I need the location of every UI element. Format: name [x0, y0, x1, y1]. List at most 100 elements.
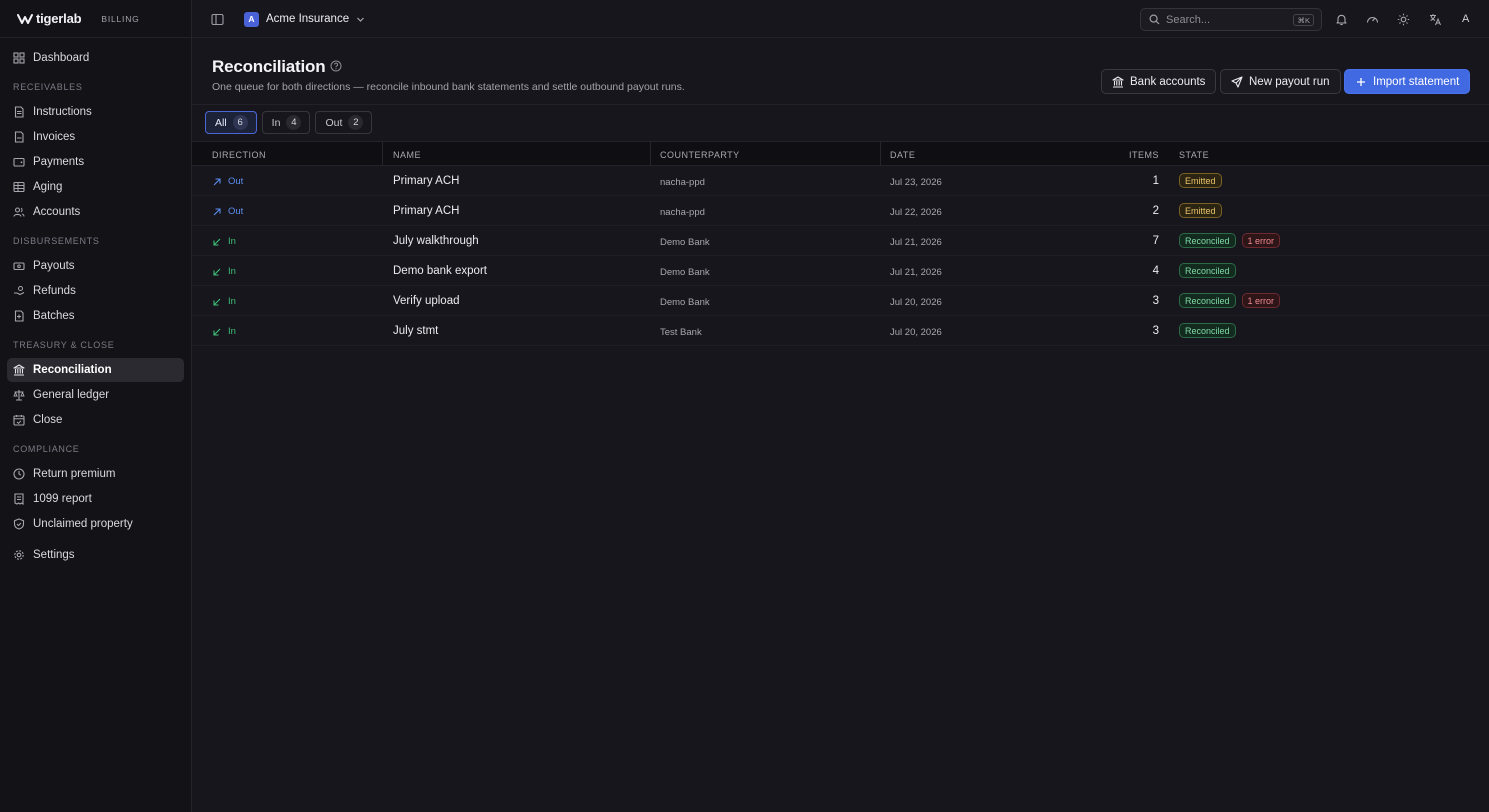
bell-icon[interactable] — [1335, 13, 1348, 26]
sidebar-item-dashboard[interactable]: Dashboard — [7, 46, 184, 70]
table-body: Out Primary ACH nacha-ppd Jul 23, 2026 1… — [192, 166, 1489, 346]
direction-cell: In — [212, 326, 236, 337]
org-avatar: A — [244, 11, 259, 27]
button-label: New payout run — [1249, 75, 1330, 88]
table-row[interactable]: In July walkthrough Demo Bank Jul 21, 20… — [192, 226, 1489, 256]
brand-logo[interactable]: tigerlab — [17, 11, 82, 26]
direction-cell: Out — [212, 206, 243, 217]
hand-coins-icon — [13, 285, 25, 297]
status-badge: Reconciled — [1179, 293, 1236, 308]
status-badge: Reconciled — [1179, 263, 1236, 278]
org-switcher[interactable]: A Acme Insurance — [244, 11, 365, 27]
column-header-items[interactable]: ITEMS — [1129, 150, 1159, 160]
sidebar-item-payments[interactable]: Payments — [7, 150, 184, 174]
org-name: Acme Insurance — [266, 13, 350, 25]
sidebar-item-invoices[interactable]: Invoices — [7, 125, 184, 149]
counterparty-cell: nacha-ppd — [660, 207, 705, 218]
status-badge: Reconciled — [1179, 233, 1236, 248]
sidebar-item-close[interactable]: Close — [7, 408, 184, 432]
table-header: DIRECTION NAME COUNTERPARTY DATE ITEMS S… — [192, 141, 1489, 166]
sidebar-item-accounts[interactable]: Accounts — [7, 200, 184, 224]
items-cell: 3 — [1152, 325, 1159, 337]
filter-out[interactable]: Out 2 — [315, 111, 373, 134]
page-subtitle: One queue for both directions — reconcil… — [212, 81, 685, 93]
table-icon — [13, 181, 25, 193]
sidebar-item-label: Payouts — [33, 260, 75, 272]
clock-icon — [13, 468, 25, 480]
language-icon[interactable] — [1429, 13, 1442, 26]
search-input[interactable]: Search... ⌘K — [1140, 8, 1322, 31]
user-avatar[interactable]: A — [1462, 13, 1469, 25]
sidebar-item-label: Aging — [33, 181, 63, 193]
date-cell: Jul 22, 2026 — [890, 207, 942, 218]
button-label: Import statement — [1373, 75, 1460, 88]
table-row[interactable]: Out Primary ACH nacha-ppd Jul 22, 2026 2… — [192, 196, 1489, 226]
direction-label: In — [228, 296, 236, 307]
column-header-direction[interactable]: DIRECTION — [212, 150, 266, 160]
direction-label: In — [228, 236, 236, 247]
filter-count: 6 — [232, 115, 248, 130]
page-title: Reconciliation — [212, 57, 326, 76]
sidebar-item-settings[interactable]: Settings — [7, 543, 184, 567]
filter-label: In — [271, 116, 281, 129]
error-badge[interactable]: 1 error — [1241, 293, 1281, 308]
wallet-icon — [13, 156, 25, 168]
column-header-date[interactable]: DATE — [890, 150, 915, 160]
column-header-name[interactable]: NAME — [393, 150, 421, 160]
state-cell: Emitted — [1179, 203, 1222, 218]
sun-icon[interactable] — [1397, 13, 1410, 26]
dashboard-icon — [13, 52, 25, 64]
table-row[interactable]: In Demo bank export Demo Bank Jul 21, 20… — [192, 256, 1489, 286]
sidebar-item-refunds[interactable]: Refunds — [7, 279, 184, 303]
sidebar-item-unclaimed-property[interactable]: Unclaimed property — [7, 512, 184, 536]
error-badge[interactable]: 1 error — [1241, 233, 1281, 248]
state-cell: Reconciled 1 error — [1179, 293, 1281, 308]
sidebar-item-reconciliation[interactable]: Reconciliation — [7, 358, 184, 382]
help-circle-icon[interactable] — [330, 60, 342, 72]
counterparty-cell: Demo Bank — [660, 237, 710, 248]
sidebar-item-batches[interactable]: Batches — [7, 304, 184, 328]
table-row[interactable]: In Verify upload Demo Bank Jul 20, 2026 … — [192, 286, 1489, 316]
items-cell: 2 — [1152, 205, 1159, 217]
filter-all[interactable]: All 6 — [205, 111, 257, 134]
import-statement-button[interactable]: Import statement — [1344, 69, 1471, 94]
sidebar-item-label: Dashboard — [33, 52, 90, 64]
brand-name: tigerlab — [36, 11, 82, 26]
sidebar-item-aging[interactable]: Aging — [7, 175, 184, 199]
status-badge: Reconciled — [1179, 323, 1236, 338]
state-cell: Reconciled 1 error — [1179, 233, 1281, 248]
sidebar-item-label: Instructions — [33, 106, 92, 118]
filter-in[interactable]: In 4 — [261, 111, 311, 134]
direction-cell: In — [212, 236, 236, 247]
table-row[interactable]: Out Primary ACH nacha-ppd Jul 23, 2026 1… — [192, 166, 1489, 196]
sidebar-item-general-ledger[interactable]: General ledger — [7, 383, 184, 407]
sidebar-item-1099-report[interactable]: 1099 report — [7, 487, 184, 511]
direction-cell: In — [212, 296, 236, 307]
calendar-check-icon — [13, 414, 25, 426]
column-header-state[interactable]: STATE — [1179, 150, 1209, 160]
sidebar-item-label: Reconciliation — [33, 364, 112, 376]
brand-tag: BILLING — [101, 13, 140, 24]
nav-section-receivables: RECEIVABLES — [13, 82, 83, 92]
name-cell: July stmt — [393, 325, 439, 337]
column-header-counterparty[interactable]: COUNTERPARTY — [660, 150, 740, 160]
counterparty-cell: nacha-ppd — [660, 177, 705, 188]
sidebar-toggle-icon[interactable] — [211, 13, 224, 26]
new-payout-run-button[interactable]: New payout run — [1220, 69, 1341, 94]
button-label: Bank accounts — [1130, 75, 1206, 88]
date-cell: Jul 21, 2026 — [890, 267, 942, 278]
direction-label: Out — [228, 206, 244, 217]
counterparty-cell: Demo Bank — [660, 297, 710, 308]
shield-check-icon — [13, 518, 25, 530]
state-cell: Emitted — [1179, 173, 1222, 188]
table-row[interactable]: In July stmt Test Bank Jul 20, 2026 3 Re… — [192, 316, 1489, 346]
counterparty-cell: Demo Bank — [660, 267, 710, 278]
gauge-icon[interactable] — [1366, 13, 1379, 26]
sidebar-item-payouts[interactable]: Payouts — [7, 254, 184, 278]
sidebar-item-instructions[interactable]: Instructions — [7, 100, 184, 124]
bank-accounts-button[interactable]: Bank accounts — [1101, 69, 1217, 94]
sidebar-item-return-premium[interactable]: Return premium — [7, 462, 184, 486]
topbar: A Acme Insurance Search... ⌘K A — [192, 0, 1489, 38]
search-shortcut: ⌘K — [1293, 14, 1314, 26]
users-icon — [13, 206, 25, 218]
